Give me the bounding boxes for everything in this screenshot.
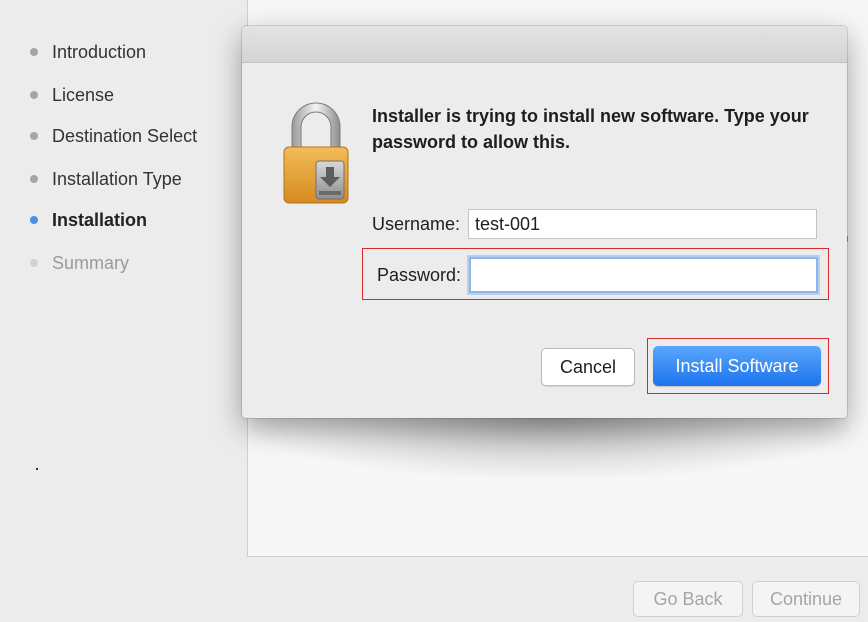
step-destination-select: Destination Select: [30, 124, 197, 148]
step-license: License: [30, 83, 114, 107]
step-label: Summary: [52, 252, 130, 273]
dialog-message: Installer is trying to install new softw…: [372, 106, 809, 152]
go-back-button[interactable]: Go Back: [633, 581, 743, 617]
step-label: Installation: [52, 209, 148, 230]
step-current-dot: [30, 216, 38, 224]
step-introduction: Introduction: [30, 40, 146, 64]
step-label: License: [52, 84, 115, 105]
step-status-dot: [30, 259, 38, 267]
step-status-dot: [30, 175, 38, 183]
step-label: Destination Select: [52, 125, 198, 146]
lock-installer-icon: [282, 99, 350, 211]
username-row: Username:: [372, 209, 818, 239]
step-status-dot: [30, 91, 38, 99]
step-label: Installation Type: [52, 168, 182, 189]
username-label: Username:: [372, 213, 461, 234]
dialog-title-bar: [242, 26, 847, 63]
password-row: Password:: [377, 257, 819, 293]
installer-steps-sidebar: Introduction License Destination Select …: [0, 0, 246, 560]
password-label: Password:: [377, 264, 462, 285]
authentication-dialog: Installer is trying to install new softw…: [242, 26, 847, 418]
step-label: Introduction: [52, 41, 147, 62]
cancel-button[interactable]: Cancel: [541, 348, 635, 386]
password-field[interactable]: [469, 257, 819, 293]
username-field[interactable]: [468, 209, 818, 239]
step-summary: Summary: [30, 251, 129, 275]
sheet-drop-shadow: [250, 418, 850, 478]
installer-window: Introduction License Destination Select …: [0, 0, 868, 622]
step-installation: Installation: [30, 208, 147, 232]
stray-pixel: [36, 468, 38, 470]
step-status-dot: [30, 132, 38, 140]
step-status-dot: [30, 48, 38, 56]
install-software-button[interactable]: Install Software: [653, 346, 821, 386]
continue-button[interactable]: Continue: [752, 581, 860, 617]
step-installation-type: Installation Type: [30, 167, 182, 191]
